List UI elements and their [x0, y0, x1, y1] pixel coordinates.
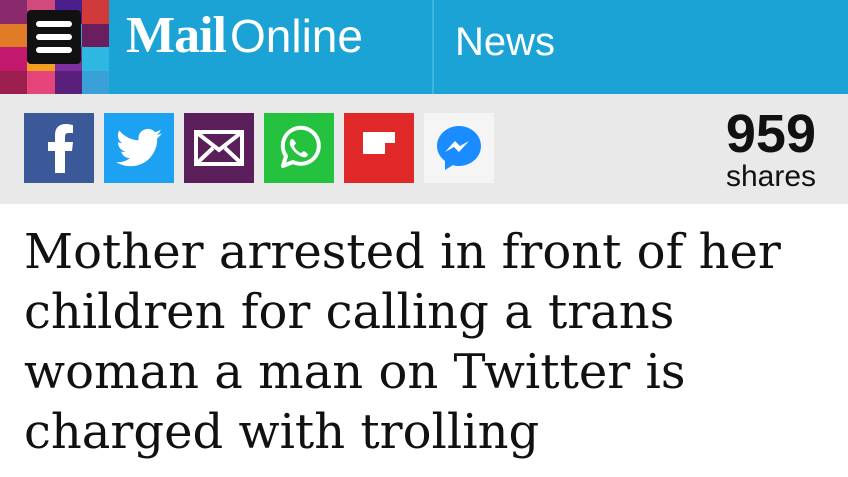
share-count-label: shares [725, 160, 816, 193]
logo-online: Online [229, 10, 363, 62]
twitter-icon [116, 128, 162, 167]
whatsapp-icon [280, 125, 321, 168]
site-logo[interactable]: Mail Online [126, 6, 363, 76]
top-navigation-bar: Mail Online News [0, 0, 848, 94]
mosaic-tile [81, 23, 109, 47]
messenger-share-button[interactable] [424, 113, 494, 183]
envelope-icon [194, 130, 244, 166]
mosaic-tile [0, 47, 28, 71]
hamburger-menu-icon[interactable] [27, 10, 81, 64]
flipboard-icon [363, 132, 395, 154]
share-counter: 959 shares [725, 104, 816, 194]
article-headline[interactable]: Mother arrested in front of her children… [24, 222, 836, 462]
mosaic-tile [81, 47, 109, 71]
mosaic-tile [54, 70, 82, 94]
logo-mail: Mail [126, 7, 227, 64]
mosaic-tile [81, 0, 109, 24]
mosaic-tile [27, 70, 55, 94]
share-count: 959 [725, 104, 816, 164]
whatsapp-share-button[interactable] [264, 113, 334, 183]
share-bar: 959 shares [0, 94, 848, 204]
messenger-icon [437, 126, 481, 170]
facebook-share-button[interactable] [24, 113, 94, 183]
facebook-icon [48, 124, 73, 173]
mosaic-tile [0, 0, 28, 24]
flipboard-share-button[interactable] [344, 113, 414, 183]
mosaic-tile [81, 70, 109, 94]
section-link-news[interactable]: News [455, 20, 555, 65]
twitter-share-button[interactable] [104, 113, 174, 183]
mosaic-tile [0, 23, 28, 47]
header-divider [432, 0, 434, 94]
email-share-button[interactable] [184, 113, 254, 183]
mosaic-tile [0, 70, 28, 94]
